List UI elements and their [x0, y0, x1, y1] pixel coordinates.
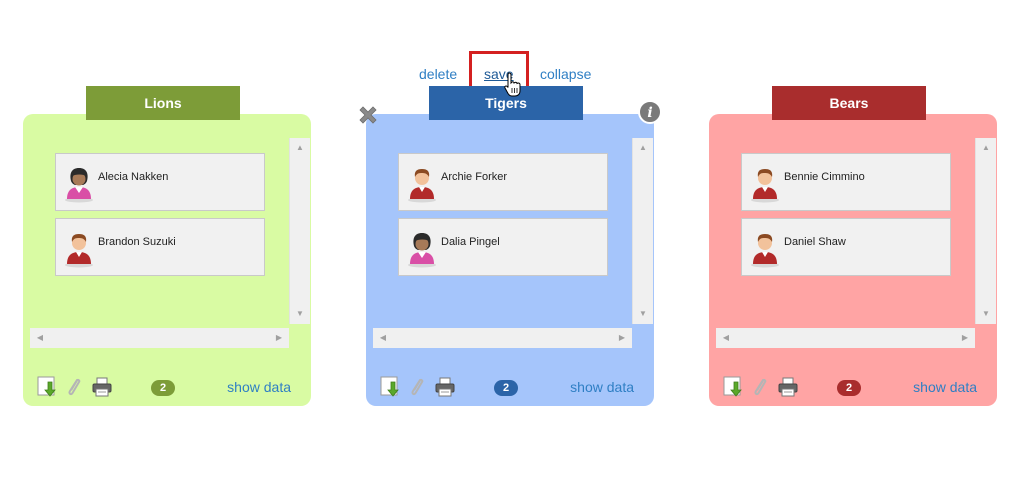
download-icon[interactable] [723, 376, 745, 398]
svg-text:i: i [647, 105, 652, 121]
show-data-link[interactable]: show data [570, 379, 634, 395]
member-name: Dalia Pingel [441, 236, 500, 248]
member-card[interactable]: Dalia Pingel [398, 218, 608, 276]
scroll-down-arrow-icon[interactable]: ▼ [290, 306, 310, 322]
scroll-down-arrow-icon[interactable]: ▼ [976, 306, 996, 322]
attachment-icon[interactable] [63, 376, 85, 398]
member-name: Daniel Shaw [784, 236, 846, 248]
scroll-up-arrow-icon[interactable]: ▲ [976, 140, 996, 156]
vertical-scrollbar[interactable]: ▲ ▼ [289, 138, 310, 324]
show-data-link[interactable]: show data [227, 379, 291, 395]
male-avatar-icon [751, 234, 779, 268]
team-panel-bears: Bears Bennie Cimmino Daniel Shaw ▲ ▼ ◀ ▶… [709, 86, 997, 406]
male-avatar-icon [65, 234, 93, 268]
vertical-scrollbar[interactable]: ▲ ▼ [975, 138, 996, 324]
panel-body: Alecia Nakken Brandon Suzuki ▲ ▼ ◀ ▶ 2 s… [23, 114, 311, 406]
delete-link[interactable]: delete [419, 66, 457, 82]
hand-cursor-icon [504, 72, 521, 97]
female-avatar-icon [65, 168, 93, 203]
scroll-right-arrow-icon[interactable]: ▶ [614, 328, 630, 348]
collapse-link[interactable]: collapse [540, 66, 591, 82]
scroll-right-arrow-icon[interactable]: ▶ [957, 328, 973, 348]
member-card[interactable]: Daniel Shaw [741, 218, 951, 276]
scroll-left-arrow-icon[interactable]: ◀ [32, 328, 48, 348]
panel-body: Archie Forker Dalia Pingel ▲ ▼ ◀ ▶ 2 sho… [366, 114, 654, 406]
panel-title-tab[interactable]: Bears [772, 86, 926, 120]
info-icon[interactable]: i [638, 100, 662, 124]
panel-footer: 2 show data [366, 374, 654, 402]
attachment-icon[interactable] [406, 376, 428, 398]
attachment-icon[interactable] [749, 376, 771, 398]
member-list: Bennie Cimmino Daniel Shaw [709, 114, 975, 327]
member-name: Bennie Cimmino [784, 171, 865, 183]
member-count-badge: 2 [494, 380, 518, 396]
member-card[interactable]: Bennie Cimmino [741, 153, 951, 211]
print-icon[interactable] [91, 376, 113, 398]
horizontal-scrollbar[interactable]: ◀ ▶ [716, 328, 975, 348]
female-avatar-icon [408, 233, 436, 268]
download-icon[interactable] [380, 376, 402, 398]
scroll-down-arrow-icon[interactable]: ▼ [633, 306, 653, 322]
scroll-left-arrow-icon[interactable]: ◀ [718, 328, 734, 348]
panel-footer: 2 show data [709, 374, 997, 402]
panel-footer: 2 show data [23, 374, 311, 402]
member-card[interactable]: Brandon Suzuki [55, 218, 265, 276]
member-count-badge: 2 [151, 380, 175, 396]
male-avatar-icon [408, 169, 436, 203]
horizontal-scrollbar[interactable]: ◀ ▶ [373, 328, 632, 348]
member-name: Brandon Suzuki [98, 236, 176, 248]
member-card[interactable]: Alecia Nakken [55, 153, 265, 211]
horizontal-scrollbar[interactable]: ◀ ▶ [30, 328, 289, 348]
show-data-link[interactable]: show data [913, 379, 977, 395]
scroll-right-arrow-icon[interactable]: ▶ [271, 328, 287, 348]
panel-body: Bennie Cimmino Daniel Shaw ▲ ▼ ◀ ▶ 2 sho… [709, 114, 997, 406]
member-name: Alecia Nakken [98, 171, 169, 183]
male-avatar-icon [751, 169, 779, 203]
scroll-left-arrow-icon[interactable]: ◀ [375, 328, 391, 348]
close-icon[interactable] [356, 103, 380, 127]
member-list: Alecia Nakken Brandon Suzuki [23, 114, 289, 327]
scroll-up-arrow-icon[interactable]: ▲ [290, 140, 310, 156]
member-name: Archie Forker [441, 171, 508, 183]
print-icon[interactable] [434, 376, 456, 398]
scroll-up-arrow-icon[interactable]: ▲ [633, 140, 653, 156]
vertical-scrollbar[interactable]: ▲ ▼ [632, 138, 653, 324]
member-list: Archie Forker Dalia Pingel [366, 114, 632, 327]
print-icon[interactable] [777, 376, 799, 398]
member-count-badge: 2 [837, 380, 861, 396]
download-icon[interactable] [37, 376, 59, 398]
member-card[interactable]: Archie Forker [398, 153, 608, 211]
panel-title-tab[interactable]: Lions [86, 86, 240, 120]
team-panel-lions: Lions Alecia Nakken Brandon Suzuki ▲ ▼ ◀… [23, 86, 311, 406]
team-panel-tigers: Tigers Archie Forker Dalia Pingel ▲ ▼ ◀ … [366, 86, 654, 406]
